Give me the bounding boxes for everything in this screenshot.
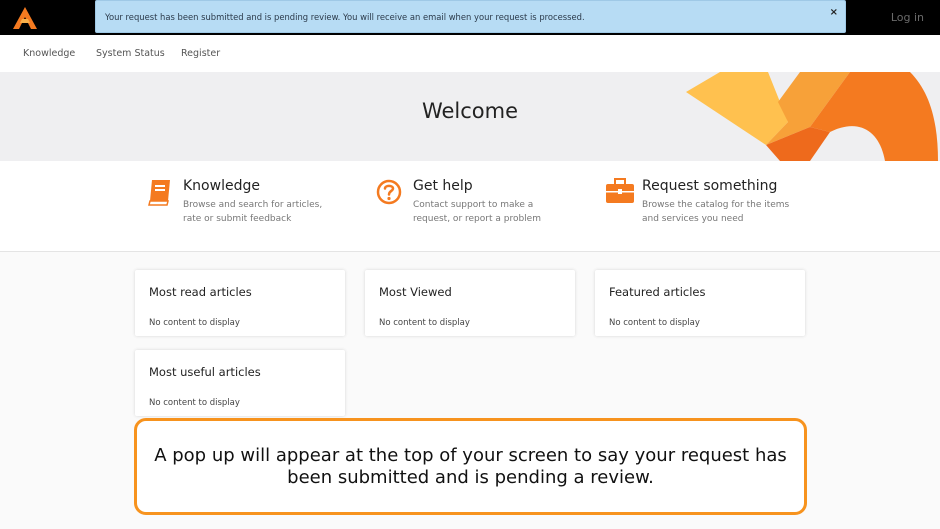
card-title: Most read articles <box>149 285 252 299</box>
card-title: Most useful articles <box>149 365 261 379</box>
ribbon-graphic <box>686 72 938 161</box>
card-title: Most Viewed <box>379 285 452 299</box>
main-nav: Knowledge System Status Register <box>0 35 940 72</box>
feature-description: Contact support to make a request, or re… <box>413 200 541 224</box>
callout-text: A pop up will appear at the top of your … <box>154 445 787 488</box>
card-most-viewed: Most Viewed No content to display <box>365 270 575 336</box>
feature-description: Browse the catalog for the items and ser… <box>642 200 790 224</box>
hero-banner: Welcome <box>0 72 940 161</box>
feature-title: Get help <box>413 178 473 194</box>
card-empty-text: No content to display <box>379 318 470 328</box>
feature-description: Browse and search for articles, rate or … <box>183 200 323 224</box>
card-empty-text: No content to display <box>149 318 240 328</box>
card-featured-articles: Featured articles No content to display <box>595 270 805 336</box>
logo-icon[interactable] <box>12 6 38 30</box>
nav-item-system-status[interactable]: System Status <box>96 48 165 59</box>
card-empty-text: No content to display <box>149 398 240 408</box>
briefcase-icon <box>606 178 634 203</box>
card-most-useful-articles: Most useful articles No content to displ… <box>135 350 345 416</box>
feature-title: Request something <box>642 178 778 194</box>
close-icon[interactable]: × <box>830 7 838 18</box>
success-alert: Your request has been submitted and is p… <box>95 0 846 33</box>
login-link[interactable]: Log in <box>891 11 924 24</box>
nav-item-register[interactable]: Register <box>181 48 220 59</box>
alert-message: Your request has been submitted and is p… <box>105 12 585 22</box>
card-most-read-articles: Most read articles No content to display <box>135 270 345 336</box>
feature-section: Knowledge Browse and search for articles… <box>0 161 940 252</box>
feature-title: Knowledge <box>183 178 260 194</box>
question-circle-icon <box>376 179 402 205</box>
card-title: Featured articles <box>609 285 706 299</box>
card-empty-text: No content to display <box>609 318 700 328</box>
nav-item-knowledge[interactable]: Knowledge <box>23 48 75 59</box>
book-icon <box>148 180 170 206</box>
instruction-callout: A pop up will appear at the top of your … <box>134 418 807 515</box>
